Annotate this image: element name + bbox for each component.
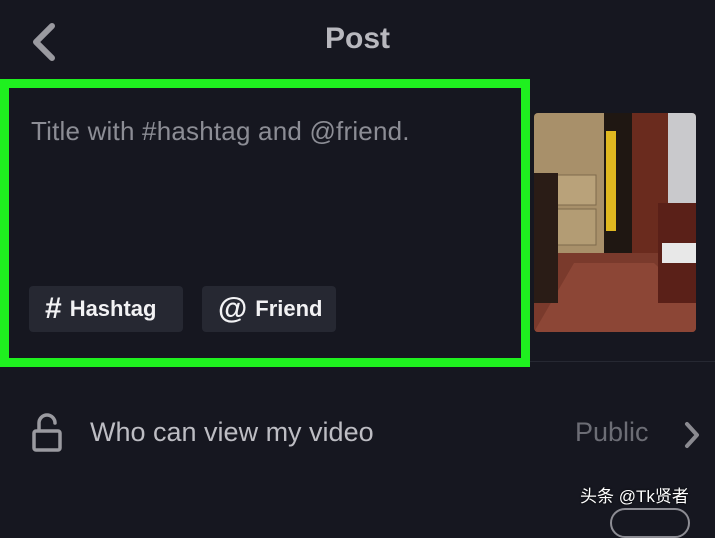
unlock-icon bbox=[32, 413, 62, 452]
page-title: Post bbox=[324, 22, 390, 55]
watermark: 头条 @Tk贤者 bbox=[580, 487, 689, 506]
friend-label: Friend bbox=[255, 296, 323, 321]
privacy-value: Public bbox=[575, 417, 649, 447]
privacy-label: Who can view my video bbox=[90, 417, 374, 447]
friend-button[interactable]: @ Friend bbox=[202, 286, 336, 332]
video-thumbnail[interactable] bbox=[534, 113, 696, 332]
caption-placeholder: Title with #hashtag and @friend. bbox=[31, 116, 410, 146]
chevron-right-icon bbox=[685, 422, 699, 448]
video-thumbnail-image bbox=[534, 113, 696, 332]
toggle-switch[interactable] bbox=[610, 508, 690, 538]
mention-icon: @ bbox=[218, 292, 248, 325]
hashtag-icon: # bbox=[45, 292, 62, 325]
caption-input[interactable]: Title with #hashtag and @friend. # Hasht… bbox=[0, 79, 530, 367]
hashtag-button[interactable]: # Hashtag bbox=[29, 286, 183, 332]
privacy-setting-row[interactable]: Who can view my video Public bbox=[0, 400, 715, 468]
header-bar: Post bbox=[0, 0, 715, 80]
hashtag-label: Hashtag bbox=[69, 296, 157, 321]
divider bbox=[530, 361, 715, 362]
